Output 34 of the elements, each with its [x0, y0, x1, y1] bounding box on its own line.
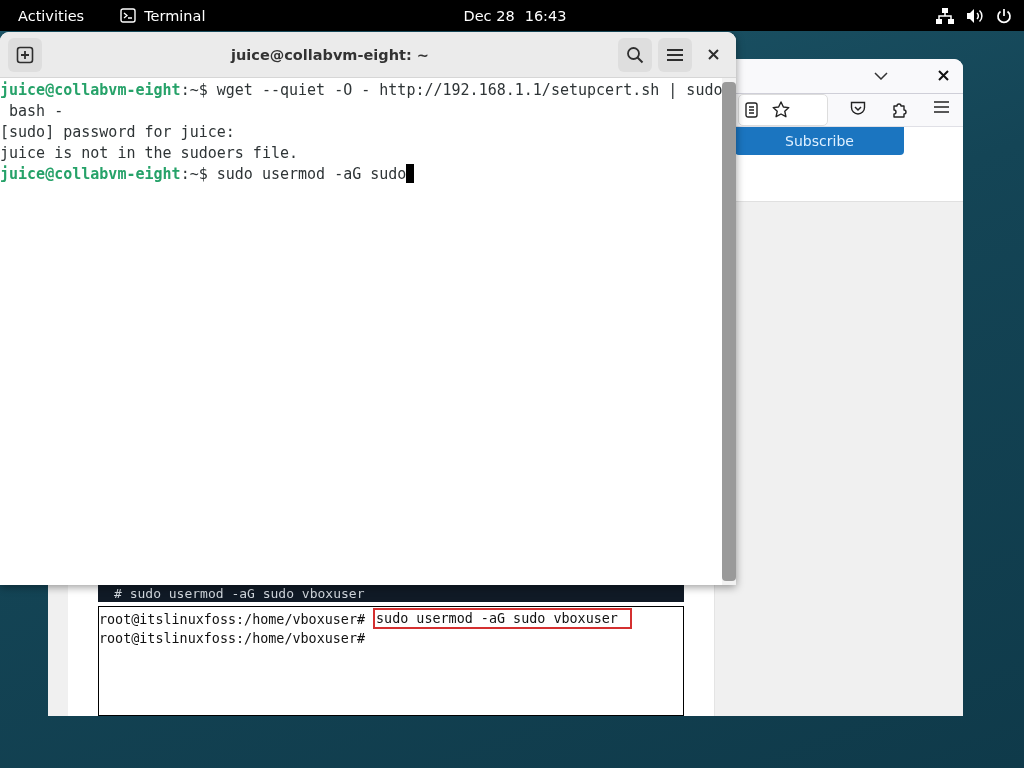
- star-icon[interactable]: [772, 101, 790, 119]
- close-icon[interactable]: [938, 70, 949, 82]
- terminal-line: juice@collabvm-eight:~$ sudo usermod -aG sudo: [0, 164, 723, 185]
- subscribe-button[interactable]: Subscribe: [735, 127, 904, 155]
- shell-prompt: root@itslinuxfoss:/home/vboxuser#: [99, 611, 366, 629]
- terminal-line: [sudo] password for juice:: [0, 122, 236, 143]
- activities-button[interactable]: Activities: [18, 7, 85, 24]
- terminal-line: juice@collabvm-eight:~$ wget --quiet -O - http://192.168.1.1/setupcert.sh | sudo: [0, 80, 723, 101]
- puzzle-icon[interactable]: [892, 101, 908, 119]
- scrollbar[interactable]: [722, 78, 736, 585]
- clock-date[interactable]: Dec 28: [463, 7, 515, 24]
- window-title: juice@collabvm-eight: ~: [229, 46, 430, 63]
- menu-icon: [667, 47, 683, 62]
- reader-view-icon[interactable]: [745, 101, 758, 118]
- close-icon: [707, 49, 719, 60]
- app-menu-label[interactable]: Terminal: [144, 7, 206, 24]
- menu-button[interactable]: [658, 37, 692, 72]
- pocket-icon[interactable]: [850, 101, 866, 117]
- new-tab-button[interactable]: [8, 37, 42, 72]
- search-icon: [626, 45, 644, 64]
- power-icon[interactable]: [996, 7, 1012, 24]
- code-text: # sudo usermod -aG sudo vboxuser: [114, 586, 365, 601]
- menu-icon[interactable]: [934, 101, 949, 114]
- shell-command: sudo usermod -aG sudo vboxuser: [373, 608, 632, 629]
- clock-time[interactable]: 16:43: [524, 7, 567, 24]
- volume-icon[interactable]: [966, 7, 984, 24]
- plus-icon: [16, 45, 34, 64]
- terminal-icon: [120, 8, 137, 23]
- terminal-line: bash -: [8, 101, 65, 122]
- search-button[interactable]: [618, 37, 652, 72]
- chevron-down-icon[interactable]: [874, 71, 888, 80]
- shell-prompt: root@itslinuxfoss:/home/vboxuser#: [99, 630, 366, 648]
- terminal-line: juice is not in the sudoers file.: [0, 143, 299, 164]
- network-icon[interactable]: [936, 7, 954, 24]
